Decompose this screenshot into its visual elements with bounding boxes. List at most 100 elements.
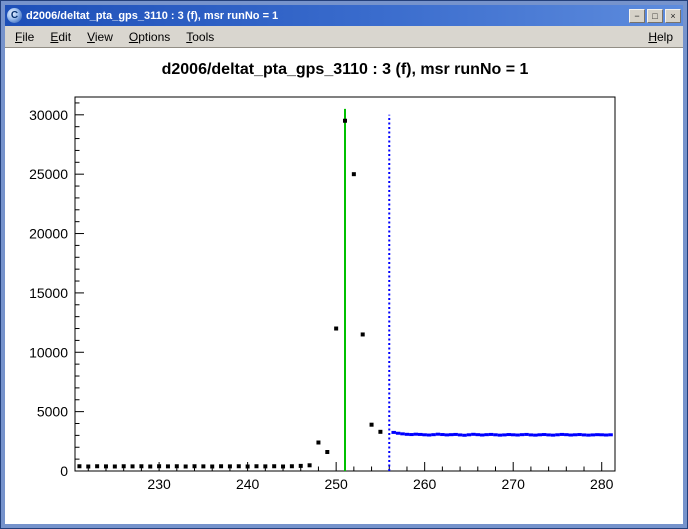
histogram-data-marker [316, 441, 320, 445]
packed-data-marker [595, 433, 600, 436]
histogram-data-marker [237, 464, 241, 468]
y-tick-label: 25000 [29, 166, 68, 182]
packed-data-marker [524, 433, 529, 436]
packed-data-marker [573, 433, 578, 436]
histogram-data-marker [113, 464, 117, 468]
histogram-data-marker [281, 464, 285, 468]
menubar: FileEditViewOptionsTools Help [5, 26, 683, 48]
packed-data-marker [476, 433, 481, 436]
canvas-area[interactable]: d2006/deltat_pta_gps_3110 : 3 (f), msr r… [5, 48, 683, 524]
packed-data-marker [498, 434, 503, 437]
x-tick-label: 230 [147, 476, 171, 492]
histogram-data-marker [219, 464, 223, 468]
y-tick-label: 15000 [29, 285, 68, 301]
packed-data-marker [414, 433, 419, 436]
packed-data-marker [538, 433, 543, 436]
packed-data-marker [471, 433, 476, 436]
close-button[interactable]: × [665, 9, 681, 23]
packed-data-marker [467, 433, 472, 436]
x-tick-label: 260 [413, 476, 437, 492]
packed-data-marker [586, 434, 591, 437]
menu-left: FileEditViewOptionsTools [7, 28, 222, 46]
packed-data-marker [502, 433, 507, 436]
menu-item-file[interactable]: File [7, 28, 42, 46]
histogram-data-marker [228, 464, 232, 468]
histogram-data-marker [95, 464, 99, 468]
packed-data-marker [533, 434, 538, 437]
menu-item-tools[interactable]: Tools [178, 28, 222, 46]
packed-data-marker [422, 433, 427, 436]
packed-data-marker [418, 433, 423, 436]
packed-data-marker [608, 433, 613, 436]
maximize-button[interactable]: □ [647, 9, 663, 23]
root-canvas-window: C d2006/deltat_pta_gps_3110 : 3 (f), msr… [0, 0, 688, 529]
histogram-data-marker [343, 119, 347, 123]
histogram-data-marker [299, 464, 303, 468]
plot-title: d2006/deltat_pta_gps_3110 : 3 (f), msr r… [162, 61, 529, 78]
packed-data-marker [551, 434, 556, 437]
packed-data-marker [591, 433, 596, 436]
minimize-button[interactable]: − [629, 9, 645, 23]
histogram-data-marker [361, 332, 365, 336]
histogram-data-marker [290, 464, 294, 468]
packed-data-marker [568, 434, 573, 437]
packed-data-marker [484, 433, 489, 436]
packed-data-marker [546, 433, 551, 436]
packed-data-marker [449, 433, 454, 436]
packed-data-marker [520, 433, 525, 436]
x-tick-label: 280 [590, 476, 614, 492]
histogram-data-marker [201, 464, 205, 468]
histogram-data-marker [157, 464, 161, 468]
titlebar[interactable]: C d2006/deltat_pta_gps_3110 : 3 (f), msr… [5, 5, 683, 26]
packed-data-marker [582, 433, 587, 436]
histogram-data-marker [131, 464, 135, 468]
y-tick-label: 10000 [29, 344, 68, 360]
x-tick-label: 270 [502, 476, 526, 492]
histogram-data-marker [263, 464, 267, 468]
histogram-data-marker [184, 464, 188, 468]
menu-item-options[interactable]: Options [121, 28, 178, 46]
packed-data-marker [564, 433, 569, 436]
packed-data-marker [560, 433, 565, 436]
packed-data-marker [515, 434, 520, 437]
window-controls: − □ × [629, 9, 681, 23]
packed-data-marker [604, 434, 609, 437]
packed-data-marker [493, 433, 498, 436]
histogram-data-marker [175, 464, 179, 468]
packed-data-marker [436, 433, 441, 436]
packed-data-marker [542, 433, 547, 436]
histogram-data-marker [378, 430, 382, 434]
packed-data-marker [458, 433, 463, 436]
packed-data-marker [400, 432, 405, 435]
histogram-data-marker [272, 464, 276, 468]
menu-item-view[interactable]: View [79, 28, 121, 46]
histogram-data-marker [86, 464, 90, 468]
menu-item-help[interactable]: Help [640, 28, 681, 46]
window-title: d2006/deltat_pta_gps_3110 : 3 (f), msr r… [26, 10, 625, 22]
histogram-data-marker [122, 464, 126, 468]
packed-data-marker [529, 433, 534, 436]
y-tick-label: 0 [60, 463, 68, 479]
histogram-data-marker [325, 450, 329, 454]
histogram-data-marker [193, 464, 197, 468]
plot-svg: d2006/deltat_pta_gps_3110 : 3 (f), msr r… [5, 48, 683, 524]
histogram-data-marker [334, 327, 338, 331]
histogram-data-marker [104, 464, 108, 468]
histogram-data-marker [352, 172, 356, 176]
y-tick-label: 20000 [29, 226, 68, 242]
packed-data-marker [480, 434, 485, 437]
packed-data-marker [577, 433, 582, 436]
menu-item-edit[interactable]: Edit [42, 28, 79, 46]
packed-data-marker [391, 431, 396, 434]
packed-data-marker [427, 434, 432, 437]
packed-data-marker [599, 433, 604, 436]
packed-data-marker [462, 434, 467, 437]
x-tick-label: 240 [236, 476, 260, 492]
packed-data-marker [409, 433, 414, 436]
packed-data-marker [489, 433, 494, 436]
histogram-data-marker [148, 464, 152, 468]
packed-data-marker [396, 432, 401, 435]
root-logo-icon: C [7, 8, 22, 23]
packed-data-marker [445, 433, 450, 436]
histogram-data-marker [77, 464, 81, 468]
